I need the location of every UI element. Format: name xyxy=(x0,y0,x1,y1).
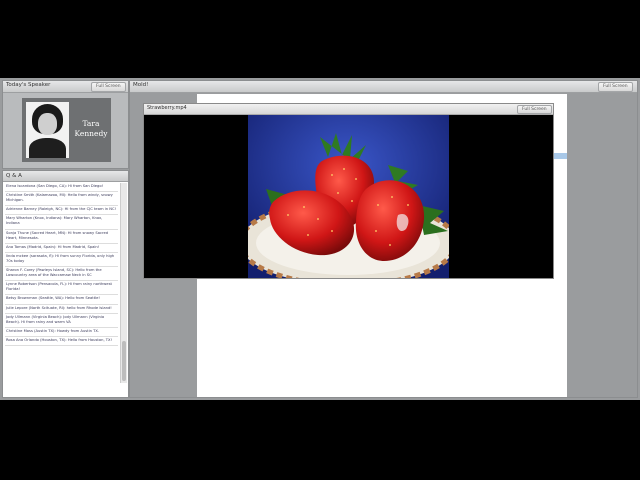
qa-item: linda mckee (sarasota, fl): Hi from sunn… xyxy=(5,253,118,268)
video-area[interactable] xyxy=(144,115,553,278)
speaker-full-screen-button[interactable]: Full Screen xyxy=(91,82,126,92)
qa-item: Julie Lepore (North Scituate, RI): hello… xyxy=(5,305,118,314)
qa-item: Lynne Robertson (Pensacola, FL): Hi from… xyxy=(5,281,118,296)
web-conference-app: Today's Speaker Full Screen Tara Kennedy… xyxy=(0,78,640,400)
qa-item: Sonja Thune (Sacred Heart, MN): Hi from … xyxy=(5,230,118,244)
speaker-panel-title: Today's Speaker xyxy=(6,82,51,88)
video-player-header: Strawberry.mp4 Full Screen xyxy=(144,104,553,115)
qa-item: Jody Ullmann (Virginia Beach): Jody Ullm… xyxy=(5,314,118,328)
qa-item: Betsy Brownman (Seattle, WA): Hello from… xyxy=(5,295,118,305)
main-panel-header: Mold! Full Screen xyxy=(130,81,637,93)
video-title: Strawberry.mp4 xyxy=(147,105,187,111)
speaker-photo xyxy=(26,102,69,158)
qa-scrollbar[interactable] xyxy=(120,183,127,383)
qa-scrollbar-thumb[interactable] xyxy=(122,341,126,381)
qa-panel: Q & A Elena Iscardona (San Diego, CA): H… xyxy=(2,170,129,398)
main-panel-title: Mold! xyxy=(133,82,149,88)
document-highlight-tab xyxy=(553,153,567,159)
qa-item: Adrienne Barney (Raleigh, NC): Hi from t… xyxy=(5,206,118,216)
qa-item: Sharon F. Corey (Pawleys Island, SC): He… xyxy=(5,267,118,282)
qa-item: Elena Iscardona (San Diego, CA): Hi from… xyxy=(5,183,118,193)
qa-item: Rosa Ana Orlando (Houston, TX): Hello fr… xyxy=(5,337,118,346)
video-player-window: Strawberry.mp4 Full Screen xyxy=(143,103,554,279)
speaker-card: Tara Kennedy xyxy=(22,98,111,162)
qa-item: Mary Wharton (Knox, Indiana): Mary Whart… xyxy=(5,215,118,230)
speaker-last-name: Kennedy xyxy=(74,129,108,138)
qa-item: Christine Moss (Austin TX): Howdy from A… xyxy=(5,328,118,337)
qa-panel-title: Q & A xyxy=(3,171,128,182)
main-full-screen-button[interactable]: Full Screen xyxy=(598,82,633,92)
speaker-name: Tara Kennedy xyxy=(72,119,110,139)
speaker-panel-header: Today's Speaker Full Screen xyxy=(3,81,128,93)
qa-item: Christine Smith (Kalamazoo, MI): Hello f… xyxy=(5,192,118,207)
qa-item: Ana Tomas (Madrid, Spain): Hi from Madri… xyxy=(5,244,118,253)
qa-list[interactable]: Elena Iscardona (San Diego, CA): Hi from… xyxy=(5,183,118,383)
speaker-panel: Today's Speaker Full Screen Tara Kennedy xyxy=(2,80,129,169)
main-content-panel: Mold! Full Screen Strawberry.mp4 Full Sc… xyxy=(129,80,638,398)
speaker-first-name: Tara xyxy=(82,119,100,128)
video-full-screen-button[interactable]: Full Screen xyxy=(517,105,552,114)
strawberries-video-frame xyxy=(248,115,449,278)
